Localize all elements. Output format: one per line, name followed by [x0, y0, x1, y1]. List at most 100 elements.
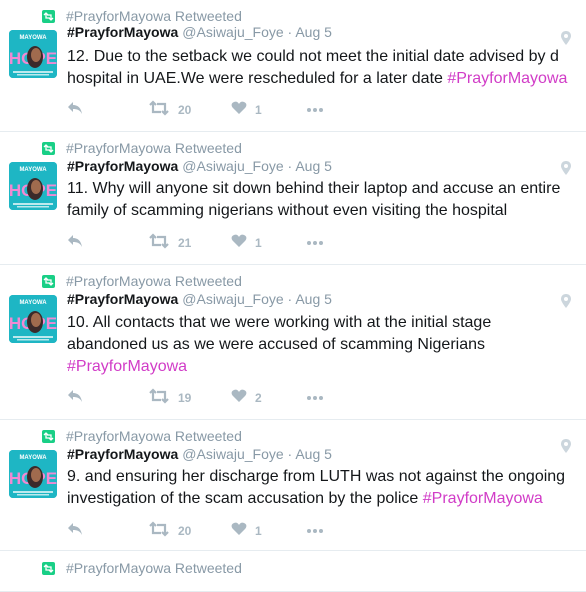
- more-dots-icon[interactable]: [307, 241, 323, 245]
- tweet-text: 9. and ensuring her discharge from LUTH …: [67, 466, 577, 510]
- tweet-actions: 20 1: [67, 99, 323, 121]
- reply-button[interactable]: [67, 234, 148, 253]
- tweet[interactable]: #PrayforMayowa Retweeted MAYOWA HOPE #Pr…: [0, 0, 586, 132]
- avatar[interactable]: MAYOWA HOPE: [9, 30, 57, 78]
- tweet-header: #PrayforMayowa @Asiwaju_Foye · Aug 5: [67, 158, 332, 178]
- location-pin-icon[interactable]: [560, 293, 572, 309]
- more-dots-icon[interactable]: [307, 529, 323, 533]
- tweet-text-line: 11. Why will anyone sit down behind thei…: [67, 178, 577, 200]
- tweet[interactable]: #PrayforMayowa Retweeted MAYOWA HOPE #Pr…: [0, 420, 586, 551]
- tweet-text-segment: 10. All contacts that we were working wi…: [67, 314, 492, 331]
- tweet-text-line: 9. and ensuring her discharge from LUTH …: [67, 466, 577, 488]
- tweet-text: 10. All contacts that we were working wi…: [67, 312, 577, 378]
- tweet-text-segment: 11. Why will anyone sit down behind thei…: [67, 180, 561, 197]
- avatar[interactable]: MAYOWA HOPE: [9, 450, 57, 498]
- tweet-header: #PrayforMayowa @Asiwaju_Foye · Aug 5: [67, 446, 332, 466]
- retweet-button[interactable]: 21: [148, 232, 231, 254]
- reply-button[interactable]: [67, 389, 148, 408]
- retweet-icon: [148, 520, 170, 542]
- tweet-text-segment: abandoned us as we were accused of scamm…: [67, 336, 486, 353]
- tweet-text-line: abandoned us as we were accused of scamm…: [67, 334, 577, 356]
- retweet-count: 19: [178, 391, 192, 405]
- like-count: 1: [255, 524, 262, 538]
- reply-button[interactable]: [67, 101, 148, 120]
- tweet-actions: 20 1: [67, 520, 323, 542]
- retweet-count: 20: [178, 524, 192, 538]
- retweet-count: 21: [178, 236, 192, 250]
- retweet-context-icon: [42, 9, 55, 23]
- author-name[interactable]: #PrayforMayowa: [67, 24, 178, 40]
- tweet-text-segment: hospital in UAE.We were rescheduled for …: [67, 70, 448, 87]
- retweet-context-icon: [42, 429, 55, 443]
- retweet-context-label[interactable]: #PrayforMayowa Retweeted: [66, 273, 242, 289]
- location-pin-icon[interactable]: [560, 30, 572, 46]
- tweet-text-line: 10. All contacts that we were working wi…: [67, 312, 577, 334]
- reply-icon: [67, 522, 83, 541]
- reply-icon: [67, 101, 83, 120]
- author-name[interactable]: #PrayforMayowa: [67, 446, 178, 462]
- tweet-text-segment: investigation of the scam accusation by …: [67, 490, 423, 507]
- author-handle-date[interactable]: @Asiwaju_Foye · Aug 5: [182, 24, 332, 40]
- retweet-button[interactable]: 20: [148, 520, 231, 542]
- tweet[interactable]: #PrayforMayowa Retweeted MAYOWA HOPE #Pr…: [0, 265, 586, 420]
- avatar[interactable]: MAYOWA HOPE: [9, 295, 57, 343]
- retweet-icon: [148, 99, 170, 121]
- heart-icon: [231, 234, 247, 253]
- retweet-context: #PrayforMayowa Retweeted: [42, 8, 242, 24]
- reply-icon: [67, 234, 83, 253]
- svg-text:MAYOWA: MAYOWA: [19, 455, 47, 461]
- retweet-icon: [148, 387, 170, 409]
- author-handle-date[interactable]: @Asiwaju_Foye · Aug 5: [182, 158, 332, 174]
- location-pin-icon[interactable]: [560, 438, 572, 454]
- reply-button[interactable]: [67, 522, 148, 541]
- heart-icon: [231, 389, 247, 408]
- like-button[interactable]: 1: [231, 522, 307, 541]
- tweet[interactable]: #PrayforMayowa Retweeted MAYOWA HOPE #Pr…: [0, 132, 586, 265]
- like-button[interactable]: 1: [231, 101, 307, 120]
- tweet-actions: 19 2: [67, 387, 323, 409]
- retweet-context-icon: [42, 274, 55, 288]
- retweet-context-label[interactable]: #PrayforMayowa Retweeted: [66, 560, 242, 576]
- retweet-context-label[interactable]: #PrayforMayowa Retweeted: [66, 140, 242, 156]
- hashtag-link[interactable]: #PrayforMayowa: [67, 358, 187, 375]
- more-dots-icon[interactable]: [307, 108, 323, 112]
- retweet-button[interactable]: 19: [148, 387, 231, 409]
- like-count: 2: [255, 391, 262, 405]
- author-name[interactable]: #PrayforMayowa: [67, 291, 178, 307]
- hashtag-link[interactable]: #PrayforMayowa: [447, 70, 567, 87]
- svg-text:MAYOWA: MAYOWA: [19, 35, 47, 41]
- retweet-button[interactable]: 20: [148, 99, 231, 121]
- heart-icon: [231, 522, 247, 541]
- avatar[interactable]: MAYOWA HOPE: [9, 162, 57, 210]
- retweet-context-label[interactable]: #PrayforMayowa Retweeted: [66, 8, 242, 24]
- tweet-text-line: hospital in UAE.We were rescheduled for …: [67, 68, 577, 90]
- reply-icon: [67, 389, 83, 408]
- author-handle-date[interactable]: @Asiwaju_Foye · Aug 5: [182, 291, 332, 307]
- tweet[interactable]: #PrayforMayowa Retweeted: [0, 551, 586, 592]
- svg-text:MAYOWA: MAYOWA: [19, 167, 47, 173]
- location-pin-icon[interactable]: [560, 160, 572, 176]
- like-button[interactable]: 1: [231, 234, 307, 253]
- tweet-text-line: 12. Due to the setback we could not meet…: [67, 46, 577, 68]
- tweet-header: #PrayforMayowa @Asiwaju_Foye · Aug 5: [67, 291, 332, 311]
- like-button[interactable]: 2: [231, 389, 307, 408]
- tweet-text-line: investigation of the scam accusation by …: [67, 488, 577, 510]
- hashtag-link[interactable]: #PrayforMayowa: [423, 490, 543, 507]
- tweet-text: 12. Due to the setback we could not meet…: [67, 46, 577, 90]
- tweet-text-segment: 9. and ensuring her discharge from LUTH …: [67, 468, 566, 485]
- like-count: 1: [255, 236, 262, 250]
- tweet-header: #PrayforMayowa @Asiwaju_Foye · Aug 5: [67, 24, 332, 44]
- retweet-icon: [148, 232, 170, 254]
- retweet-context: #PrayforMayowa Retweeted: [42, 428, 242, 444]
- tweet-text-line: family of scamming nigerians without eve…: [67, 200, 577, 222]
- retweet-context: #PrayforMayowa Retweeted: [42, 273, 242, 289]
- more-dots-icon[interactable]: [307, 396, 323, 400]
- author-name[interactable]: #PrayforMayowa: [67, 158, 178, 174]
- author-handle-date[interactable]: @Asiwaju_Foye · Aug 5: [182, 446, 332, 462]
- retweet-context: #PrayforMayowa Retweeted: [42, 140, 242, 156]
- like-count: 1: [255, 103, 262, 117]
- retweet-context-label[interactable]: #PrayforMayowa Retweeted: [66, 428, 242, 444]
- retweet-context-icon: [42, 561, 55, 575]
- retweet-context-icon: [42, 141, 55, 155]
- retweet-context: #PrayforMayowa Retweeted: [42, 560, 242, 576]
